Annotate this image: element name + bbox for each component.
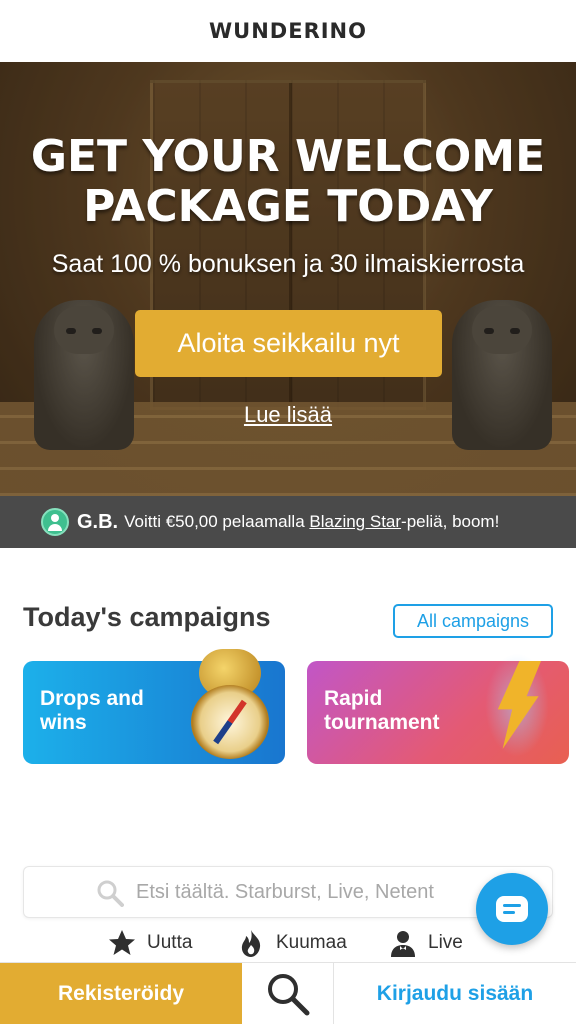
quick-link-new[interactable]: Uutta <box>107 926 192 960</box>
campaign-card-label: Drops and wins <box>40 687 144 734</box>
campaign-card-label: Rapid tournament <box>324 687 440 734</box>
star-icon <box>109 930 135 955</box>
hero-title: GET YOUR WELCOME PACKAGE TODAY <box>0 132 576 232</box>
campaign-card-drops-and-wins[interactable]: Drops and wins <box>23 649 285 764</box>
compass-icon <box>191 649 269 759</box>
quick-link-label: Kuumaa <box>276 932 347 953</box>
wunderino-logo[interactable]: WUNDERINO <box>209 19 367 43</box>
winner-name: G.B. <box>77 510 119 533</box>
winner-message-suffix: -peliä, boom! <box>401 512 500 531</box>
bottom-bar: Rekisteröidy Kirjaudu sisään <box>0 962 576 1024</box>
quick-link-label: Uutta <box>147 932 193 953</box>
read-more-link[interactable]: Lue lisää <box>0 402 576 428</box>
winner-message-prefix: Voitti €50,00 pelaamalla <box>124 512 310 531</box>
quick-link-label: Live <box>428 932 463 953</box>
winner-ticker: G.B. Voitti €50,00 pelaamalla Blazing St… <box>0 496 576 548</box>
campaign-card-rapid-tournament[interactable]: Rapid tournament <box>307 653 569 764</box>
chat-bubble-icon <box>496 896 528 922</box>
chat-button[interactable] <box>476 873 548 945</box>
quick-link-hot[interactable]: Kuumaa <box>236 926 347 960</box>
register-button[interactable]: Rekisteröidy <box>0 963 242 1024</box>
hero-title-line2: PACKAGE TODAY <box>83 181 493 232</box>
flame-icon <box>241 930 261 957</box>
lightning-bolt-icon <box>485 653 549 757</box>
campaigns-title: Today's campaigns <box>23 602 271 632</box>
search-icon <box>97 880 124 907</box>
start-adventure-button[interactable]: Aloita seikkailu nyt <box>135 310 442 377</box>
header: WUNDERINO <box>0 0 576 62</box>
search-icon <box>267 974 309 1016</box>
search-input[interactable] <box>94 880 534 904</box>
winner-game-link[interactable]: Blazing Star <box>309 512 401 531</box>
hero-subtitle: Saat 100 % bonuksen ja 30 ilmaiskierrost… <box>51 250 525 278</box>
winner-message: Voitti €50,00 pelaamalla Blazing Star-pe… <box>124 512 499 532</box>
game-search-bar[interactable] <box>23 866 553 918</box>
dealer-icon <box>391 931 415 957</box>
quick-link-live[interactable]: Live <box>388 926 463 960</box>
bottom-search-button[interactable] <box>242 963 334 1024</box>
user-circle-icon <box>41 508 69 536</box>
login-button[interactable]: Kirjaudu sisään <box>334 963 576 1024</box>
all-campaigns-button[interactable]: All campaigns <box>393 604 553 638</box>
hero-banner: GET YOUR WELCOME PACKAGE TODAY Saat 100 … <box>0 62 576 496</box>
hero-title-line1: GET YOUR WELCOME <box>30 131 546 182</box>
